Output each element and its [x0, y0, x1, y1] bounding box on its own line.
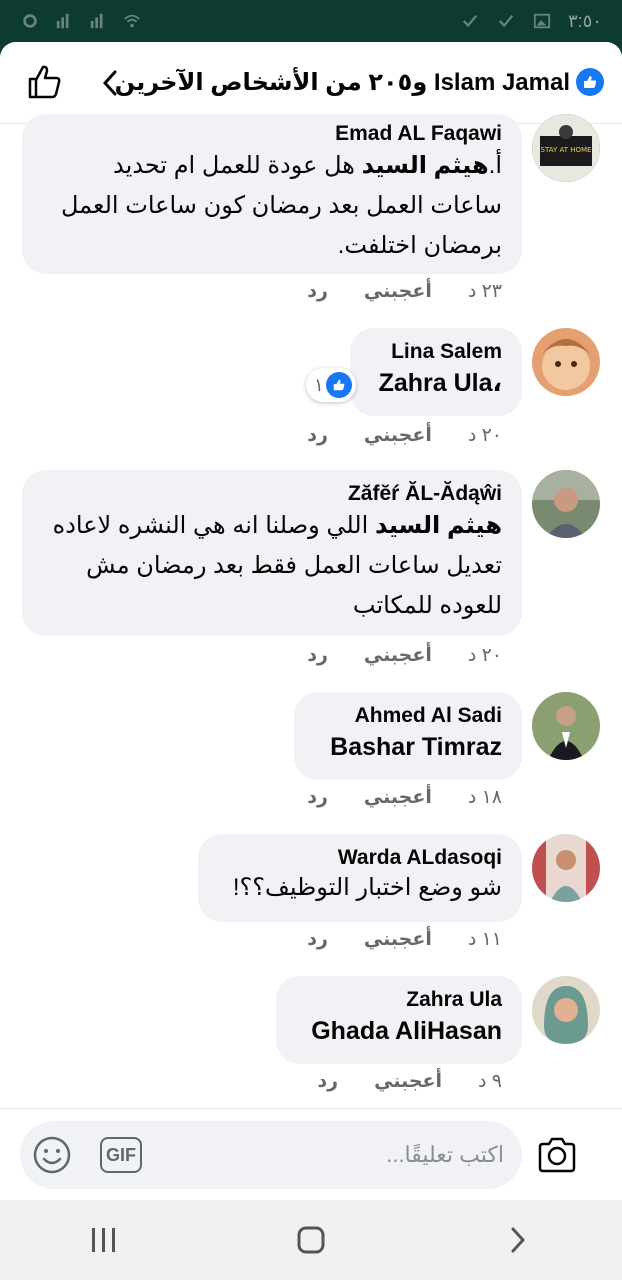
back-button[interactable]	[498, 1220, 538, 1260]
comment-author[interactable]: Lina Salem	[370, 340, 502, 364]
avatar[interactable]	[532, 834, 600, 902]
home-icon	[297, 1226, 325, 1254]
composer-bar: GIF	[0, 1108, 622, 1200]
wifi-icon	[124, 14, 140, 28]
mention[interactable]: هيثم السيد	[375, 512, 502, 539]
comment-time: ١١ د	[467, 929, 502, 950]
comment-author[interactable]: Zăfĕŕ ĂL-Ădąŵi	[42, 482, 502, 506]
comment-composer[interactable]: GIF	[20, 1121, 522, 1189]
mention[interactable]: هيثم السيد	[362, 152, 489, 179]
smiley-icon[interactable]	[32, 1135, 72, 1175]
comment-author[interactable]: Ahmed Al Sadi	[314, 704, 502, 728]
comment-prefix: أ.	[488, 152, 502, 179]
back-icon	[511, 1227, 526, 1253]
reply-button[interactable]: رد	[307, 424, 328, 447]
image-icon	[533, 13, 551, 29]
gif-label: GIF	[106, 1144, 136, 1165]
comment-input[interactable]	[204, 1135, 504, 1175]
comment-actions: ١١ د أعجبني رد	[307, 928, 502, 951]
status-bar: ٣:٥٠	[0, 0, 622, 42]
comment-actions: ٢٠ د أعجبني رد	[307, 424, 502, 447]
comment-author[interactable]: Emad AL Faqawi	[42, 122, 502, 146]
comment-text: شو وضع اختبار التوظيف؟؟!	[232, 874, 502, 901]
tagged-name[interactable]: Ghada AliHasan	[296, 1012, 502, 1050]
comment-actions: ٩ د أعجبني رد	[317, 1070, 502, 1093]
thumbs-up-outline-icon[interactable]	[24, 62, 64, 102]
comment-actions: ٢٣ د أعجبني رد	[307, 280, 502, 303]
comment-tag[interactable]: Zahra Ula،	[370, 364, 502, 402]
signal-icon-2	[90, 13, 103, 29]
home-button[interactable]	[291, 1220, 331, 1260]
comment-time: ٢٠ د	[467, 645, 502, 666]
recent-apps-icon	[91, 1228, 115, 1252]
thumbs-up-filled-icon	[576, 68, 604, 96]
reply-button[interactable]: رد	[307, 280, 328, 303]
like-button[interactable]: أعجبني	[364, 644, 432, 667]
check-icon	[462, 14, 478, 28]
comment-author[interactable]: Warda ALdasoqi	[218, 846, 502, 870]
camera-icon[interactable]	[536, 1135, 578, 1175]
reactions-summary-text: Islam Jamal و٢٠٥ من الأشخاص الآخرين	[114, 68, 570, 96]
svg-text:STAY AT HOME: STAY AT HOME	[541, 146, 592, 154]
like-button[interactable]: أعجبني	[364, 424, 432, 447]
thumbs-up-filled-icon	[325, 372, 352, 398]
comment-bubble[interactable]: Zahra Ula Ghada AliHasan	[276, 976, 522, 1064]
comment-actions: ٢٠ د أعجبني رد	[307, 644, 502, 667]
comment-bubble[interactable]: Zăfĕŕ ĂL-Ădąŵi هيثم السيد اللي وصلنا انه…	[22, 470, 522, 636]
comment-bubble[interactable]: Warda ALdasoqi شو وضع اختبار التوظيف؟؟!	[198, 834, 522, 922]
reaction-count-pill[interactable]: ١	[306, 368, 356, 402]
settings-icon	[23, 14, 37, 28]
tagged-name[interactable]: Bashar Timraz	[314, 728, 502, 766]
status-icons-right: ٣:٥٠	[460, 11, 602, 32]
like-button[interactable]: أعجبني	[364, 786, 432, 809]
reply-button[interactable]: رد	[307, 644, 328, 667]
reply-button[interactable]: رد	[307, 928, 328, 951]
like-button[interactable]: أعجبني	[374, 1070, 442, 1093]
avatar[interactable]	[532, 328, 600, 396]
comment-time: ٢٠ د	[467, 425, 502, 446]
comment-time: ١٨ د	[467, 787, 502, 808]
tagged-name[interactable]: Zahra Ula	[379, 369, 493, 397]
comment-bubble[interactable]: Lina Salem Zahra Ula،	[350, 328, 522, 416]
status-time: ٣:٥٠	[567, 10, 602, 31]
comment-text: أ.هيثم السيد هل عودة للعمل ام تحديد ساعا…	[42, 146, 502, 266]
system-navigation-bar	[0, 1200, 622, 1280]
reply-button[interactable]: رد	[307, 786, 328, 809]
avatar[interactable]	[532, 976, 600, 1044]
comment-bubble[interactable]: Ahmed Al Sadi Bashar Timraz	[294, 692, 522, 780]
reaction-count: ١	[314, 374, 324, 395]
header: Islam Jamal و٢٠٥ من الأشخاص الآخرين	[0, 42, 622, 124]
like-button[interactable]: أعجبني	[364, 928, 432, 951]
reactions-summary[interactable]: Islam Jamal و٢٠٥ من الأشخاص الآخرين	[115, 62, 604, 102]
avatar[interactable]	[532, 692, 600, 760]
comment-bubble[interactable]: Emad AL Faqawi أ.هيثم السيد هل عودة للعم…	[22, 114, 522, 274]
gif-icon[interactable]: GIF	[100, 1137, 142, 1173]
comment-text: هيثم السيد اللي وصلنا انه هي النشره لاعا…	[42, 506, 502, 626]
signal-icon	[56, 13, 69, 29]
comment-actions: ١٨ د أعجبني رد	[307, 786, 502, 809]
comment-time: ٩ د	[478, 1071, 502, 1092]
status-icons-left	[20, 12, 142, 30]
comment-author[interactable]: Zahra Ula	[296, 988, 502, 1012]
reply-button[interactable]: رد	[317, 1070, 338, 1093]
like-button[interactable]: أعجبني	[364, 280, 432, 303]
recent-apps-button[interactable]	[84, 1220, 124, 1260]
avatar[interactable]	[532, 470, 600, 538]
comma: ،	[492, 369, 503, 397]
comments-sheet: Islam Jamal و٢٠٥ من الأشخاص الآخرين STAY…	[0, 42, 622, 1200]
check-icon	[498, 14, 514, 28]
avatar[interactable]: STAY AT HOME	[532, 114, 600, 182]
comment-time: ٢٣ د	[467, 281, 502, 302]
